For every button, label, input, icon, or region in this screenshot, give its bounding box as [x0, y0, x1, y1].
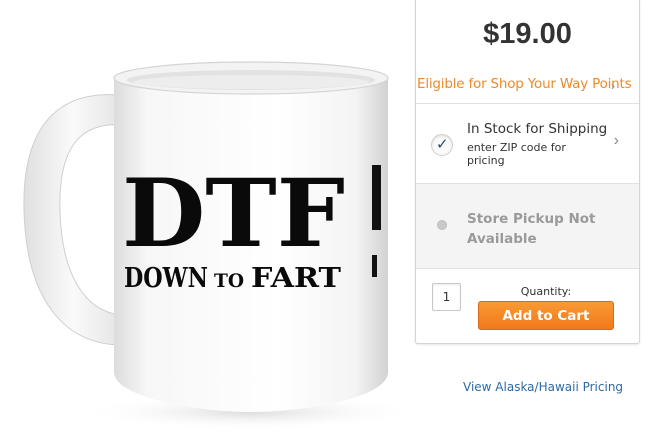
mug-illustration: DTF DOWN TO FART	[23, 61, 412, 430]
pickup-radio	[437, 220, 447, 230]
mug-print-fart: FART	[251, 263, 341, 294]
shipping-title: In Stock for Shipping	[467, 121, 608, 137]
mug-print-dtf: DTF	[122, 159, 345, 269]
mug-print-to: TO	[214, 270, 244, 292]
option-ship-to-home[interactable]: ✓ In Stock for Shipping enter ZIP code f…	[416, 105, 639, 183]
shop-your-way-points-row[interactable]: Eligible for Shop Your Way Points ›	[416, 75, 639, 95]
add-to-cart-button[interactable]: Add to Cart	[478, 301, 614, 330]
option-store-pickup: Store Pickup Not Available	[416, 184, 639, 268]
mug-handle	[23, 94, 123, 346]
checkmark-icon: ✓	[436, 136, 449, 153]
pickup-title: Store Pickup Not Available	[467, 211, 596, 247]
alaska-hawaii-pricing-link[interactable]: View Alaska/Hawaii Pricing	[463, 380, 623, 394]
quantity-label: Quantity:	[520, 285, 572, 298]
back-print-fragment	[372, 165, 381, 230]
add-to-cart-area: Quantity: Add to Cart	[416, 269, 639, 342]
shipping-radio[interactable]: ✓	[431, 134, 453, 156]
mug-print-down: DOWN	[124, 263, 208, 294]
quantity-input[interactable]	[432, 283, 461, 311]
product-image: DTF DOWN TO FART	[0, 0, 412, 432]
buy-box: $19.00 Eligible for Shop Your Way Points…	[415, 0, 640, 344]
chevron-right-icon: ›	[611, 79, 615, 93]
product-price: $19.00	[483, 18, 572, 50]
shipping-zip-prompt: enter ZIP code for pricing	[467, 141, 566, 167]
divider	[416, 103, 639, 104]
shop-your-way-points-text: Eligible for Shop Your Way Points	[417, 76, 632, 92]
chevron-right-icon: ›	[613, 132, 619, 149]
